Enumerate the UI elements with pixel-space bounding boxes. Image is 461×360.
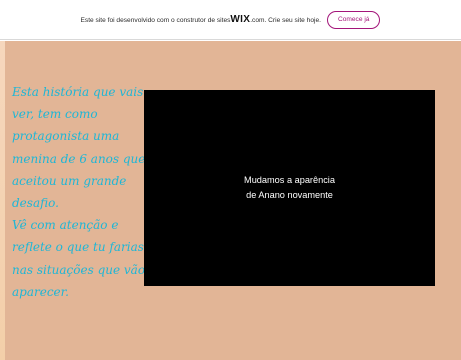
wix-promo-text: Este site foi desenvolvido com o constru… xyxy=(81,14,321,25)
story-line: menina de 6 anos que xyxy=(12,151,146,166)
story-line: reflete o que tu farias xyxy=(12,240,144,255)
story-text: Esta história que vais ver, tem como pro… xyxy=(12,81,146,303)
wix-promo-suffix: .com. Crie seu site hoje. xyxy=(250,17,321,24)
story-line: nas situações que vão xyxy=(12,262,146,277)
page-content: Esta história que vais ver, tem como pro… xyxy=(0,41,461,360)
story-line: aceitou um grande xyxy=(12,173,127,188)
wix-promo-prefix: Este site foi desenvolvido com o constru… xyxy=(80,17,231,24)
video-caption-line-2: de Anano novamente xyxy=(246,190,333,200)
story-line: Esta história que vais xyxy=(12,85,144,99)
start-now-button[interactable]: Comece já xyxy=(326,10,381,29)
story-line: protagonista uma xyxy=(12,129,120,144)
story-line: Vê com atenção e xyxy=(12,218,119,233)
story-line: desafio. xyxy=(12,196,59,211)
video-player[interactable]: Mudamos a aparência de Anano novamente xyxy=(144,90,435,286)
left-accent-stripe xyxy=(0,41,5,360)
video-caption-line-1: Mudamos a aparência xyxy=(244,175,335,185)
wix-logo[interactable]: WIX xyxy=(230,14,250,25)
story-line: ver, tem como xyxy=(12,107,98,122)
story-line: aparecer. xyxy=(12,284,69,299)
wix-promo-banner: Este site foi desenvolvido com o constru… xyxy=(0,0,461,40)
